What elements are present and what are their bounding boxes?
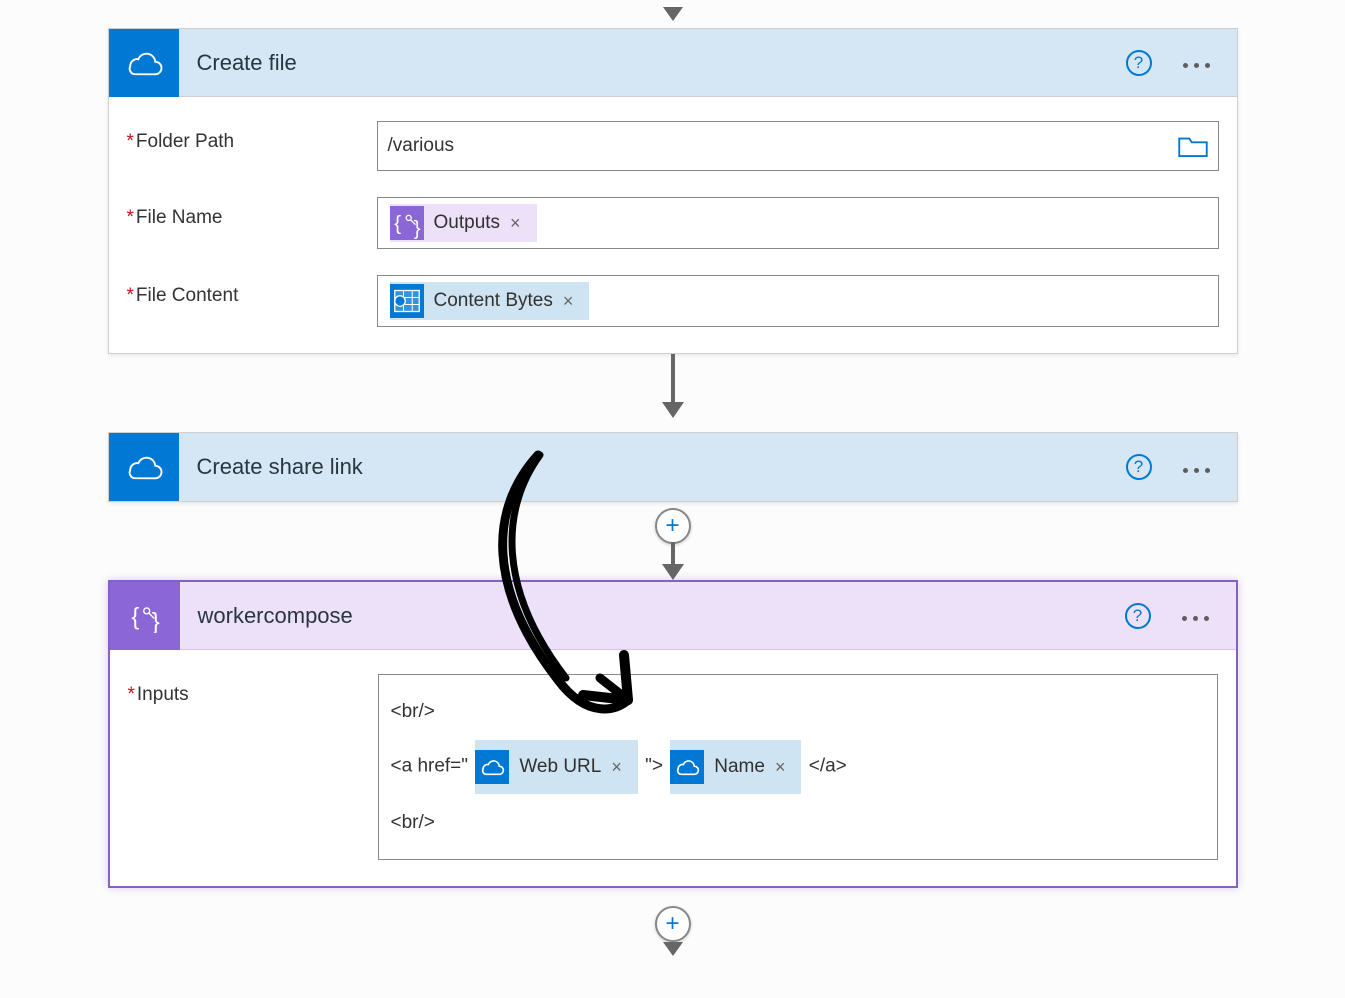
help-icon[interactable]: ? [1126, 50, 1152, 76]
token-label: Outputs [434, 212, 509, 234]
inputs-field[interactable]: <br/> <a href=" Web URL × "> [378, 674, 1218, 860]
field-row-file-name: *File Name {} Outputs × [127, 197, 1219, 249]
step-workercompose[interactable]: {} workercompose ? *Inputs <br/> <a href… [108, 580, 1238, 888]
field-label: *File Content [127, 275, 377, 307]
connector [108, 354, 1238, 432]
compose-icon: {} [390, 206, 424, 240]
step-title: workercompose [180, 603, 1125, 629]
connector-bottom: + [108, 888, 1238, 958]
svg-text:{: { [394, 213, 401, 235]
svg-text:{: { [131, 603, 139, 630]
onedrive-icon [475, 750, 509, 784]
more-menu-icon[interactable] [1174, 457, 1219, 478]
more-menu-icon[interactable] [1173, 605, 1218, 626]
outlook-icon [390, 284, 424, 318]
flow-canvas: Create file ? *Folder Path /various *Fil… [108, 10, 1238, 958]
file-content-input[interactable]: Content Bytes × [377, 275, 1219, 327]
token-name[interactable]: Name × [670, 740, 801, 793]
step-header[interactable]: Create file ? [109, 29, 1237, 97]
compose-icon: {} [110, 582, 180, 650]
more-menu-icon[interactable] [1174, 52, 1219, 73]
step-header[interactable]: Create share link ? [109, 433, 1237, 501]
token-label: Content Bytes [434, 290, 561, 312]
field-row-file-content: *File Content Content Bytes × [127, 275, 1219, 327]
onedrive-icon [109, 29, 179, 97]
code-text: "> [645, 756, 663, 777]
step-create-file[interactable]: Create file ? *Folder Path /various *Fil… [108, 28, 1238, 354]
token-remove-icon[interactable]: × [508, 213, 525, 234]
token-outputs[interactable]: {} Outputs × [390, 204, 537, 242]
step-title: Create file [179, 50, 1126, 76]
code-text: <a href=" [391, 756, 469, 777]
connector-dangle-top [108, 10, 1238, 28]
add-step-button[interactable]: + [655, 906, 691, 942]
step-title: Create share link [179, 454, 1126, 480]
field-row-inputs: *Inputs <br/> <a href=" Web URL × "> [128, 674, 1218, 860]
code-text: <br/> [391, 701, 435, 722]
token-remove-icon[interactable]: × [773, 744, 790, 791]
token-remove-icon[interactable]: × [561, 291, 578, 312]
connector: + [108, 502, 1238, 580]
svg-text:}: } [151, 608, 159, 632]
token-content-bytes[interactable]: Content Bytes × [390, 282, 590, 320]
folder-path-input[interactable]: /various [377, 121, 1219, 171]
chevron-down-icon [660, 942, 686, 963]
svg-text:}: } [413, 218, 420, 240]
step-body: *Inputs <br/> <a href=" Web URL × "> [110, 650, 1236, 886]
token-remove-icon[interactable]: × [609, 744, 626, 791]
field-label: *Folder Path [127, 121, 377, 153]
code-text: </a> [809, 756, 847, 777]
field-row-folder-path: *Folder Path /various [127, 121, 1219, 171]
step-body: *Folder Path /various *File Name {} Outp… [109, 97, 1237, 353]
add-step-button[interactable]: + [655, 508, 691, 544]
help-icon[interactable]: ? [1125, 603, 1151, 629]
step-create-share-link[interactable]: Create share link ? [108, 432, 1238, 502]
token-label: Web URL [519, 742, 609, 791]
field-label: *File Name [127, 197, 377, 229]
token-label: Name [714, 742, 773, 791]
file-name-input[interactable]: {} Outputs × [377, 197, 1219, 249]
code-text: <br/> [391, 812, 435, 833]
folder-picker-icon[interactable] [1178, 134, 1208, 164]
onedrive-icon [109, 433, 179, 501]
folder-path-value: /various [388, 135, 455, 157]
help-icon[interactable]: ? [1126, 454, 1152, 480]
token-web-url[interactable]: Web URL × [475, 740, 638, 793]
step-header[interactable]: {} workercompose ? [110, 582, 1236, 650]
field-label: *Inputs [128, 674, 378, 706]
onedrive-icon [670, 750, 704, 784]
